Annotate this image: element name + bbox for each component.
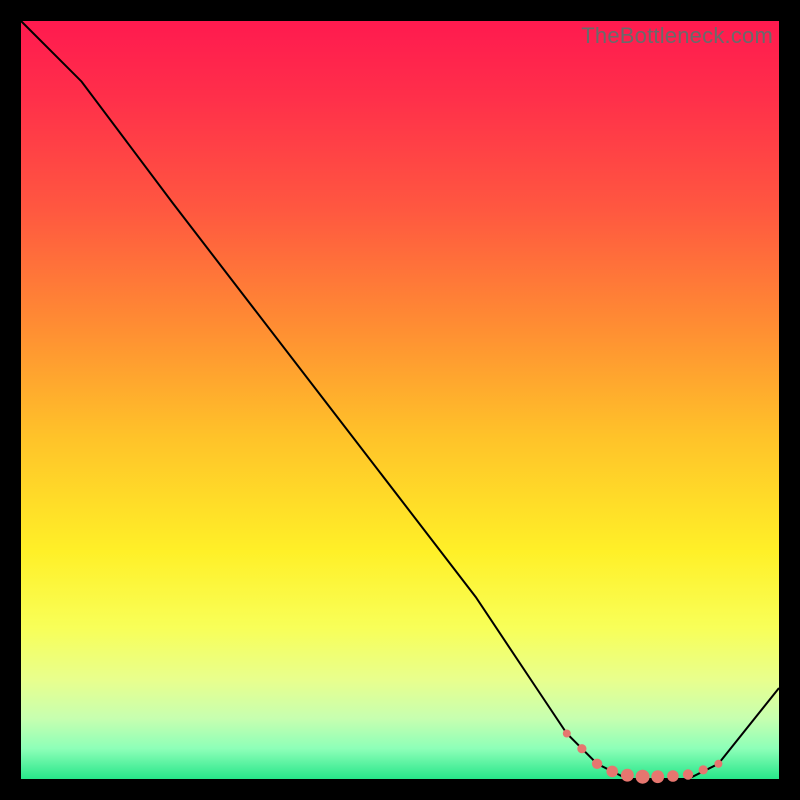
highlight-dot — [592, 759, 602, 769]
chart-svg — [21, 21, 779, 779]
highlight-dot — [651, 770, 664, 783]
highlight-dot — [714, 760, 722, 768]
highlight-dot — [683, 769, 693, 779]
highlight-dot — [636, 770, 650, 784]
highlight-dot — [699, 765, 708, 774]
chart-frame: TheBottleneck.com — [0, 0, 800, 800]
highlight-dot — [606, 766, 618, 778]
plot-area: TheBottleneck.com — [21, 21, 779, 779]
highlight-dot — [563, 730, 571, 738]
bottleneck-curve — [21, 21, 779, 779]
highlight-dot — [577, 744, 586, 753]
highlight-dot — [667, 770, 679, 782]
highlight-dot — [621, 769, 634, 782]
optimal-range-dots — [563, 730, 723, 784]
